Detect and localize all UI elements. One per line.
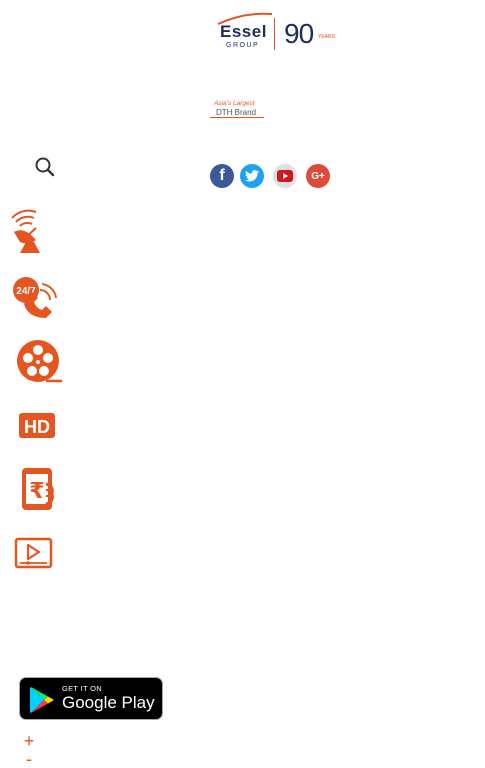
- dth-brand-logo: Asia's Largest DTH Brand: [210, 98, 266, 120]
- google-plus-glyph: G+: [311, 170, 325, 182]
- essel-group-logo[interactable]: Essel GROUP 90 YEARS: [214, 12, 336, 52]
- mobile-recharge-icon: ₹: [22, 468, 54, 510]
- search-button[interactable]: [34, 156, 56, 178]
- feature-hd-channels[interactable]: HD: [6, 402, 66, 452]
- hd-label: HD: [24, 417, 50, 437]
- get-it-on-text: GET IT ON: [62, 684, 102, 693]
- support-24-7-icon: 24/7: [13, 277, 57, 318]
- essel-wordmark: Essel: [220, 22, 267, 41]
- dth-underline: [210, 117, 264, 118]
- youtube-play-icon: [277, 170, 293, 182]
- facebook-glyph: f: [219, 167, 225, 184]
- feature-movies[interactable]: [6, 338, 66, 388]
- logo-divider: [274, 18, 275, 50]
- video-play-icon: [14, 537, 53, 569]
- youtube-icon[interactable]: [273, 164, 297, 188]
- dth-tagline-line1: Asia's Largest: [214, 100, 255, 107]
- years-text: YEARS: [318, 34, 335, 40]
- google-play-text: Google Play: [62, 693, 155, 712]
- dth-tagline-line2: DTH Brand: [216, 108, 257, 117]
- facebook-icon[interactable]: f: [210, 164, 234, 188]
- google-play-icon: [30, 687, 54, 713]
- ninety-years-mark: 90: [284, 18, 314, 49]
- feature-dth-service[interactable]: [6, 206, 66, 256]
- twitter-bird-icon: [245, 170, 259, 182]
- google-plus-icon[interactable]: G+: [306, 164, 330, 188]
- feature-support-24-7[interactable]: 24/7: [6, 274, 66, 324]
- feature-recharge[interactable]: ₹: [6, 464, 66, 514]
- rupee-glyph: ₹: [29, 479, 44, 504]
- film-reel-icon: [17, 340, 62, 383]
- hd-icon: HD: [19, 413, 55, 438]
- twitter-icon[interactable]: [240, 164, 264, 188]
- zoom-in-button[interactable]: +: [22, 732, 36, 750]
- google-play-badge[interactable]: GET IT ON Google Play: [19, 677, 163, 720]
- feature-video-on-demand[interactable]: [6, 530, 66, 580]
- satellite-dish-icon: [11, 209, 40, 253]
- zoom-out-button[interactable]: -: [22, 750, 36, 768]
- search-icon: [35, 157, 55, 177]
- page: Essel GROUP 90 YEARS Asia's Largest DTH …: [0, 0, 485, 768]
- essel-group-text: GROUP: [226, 42, 260, 49]
